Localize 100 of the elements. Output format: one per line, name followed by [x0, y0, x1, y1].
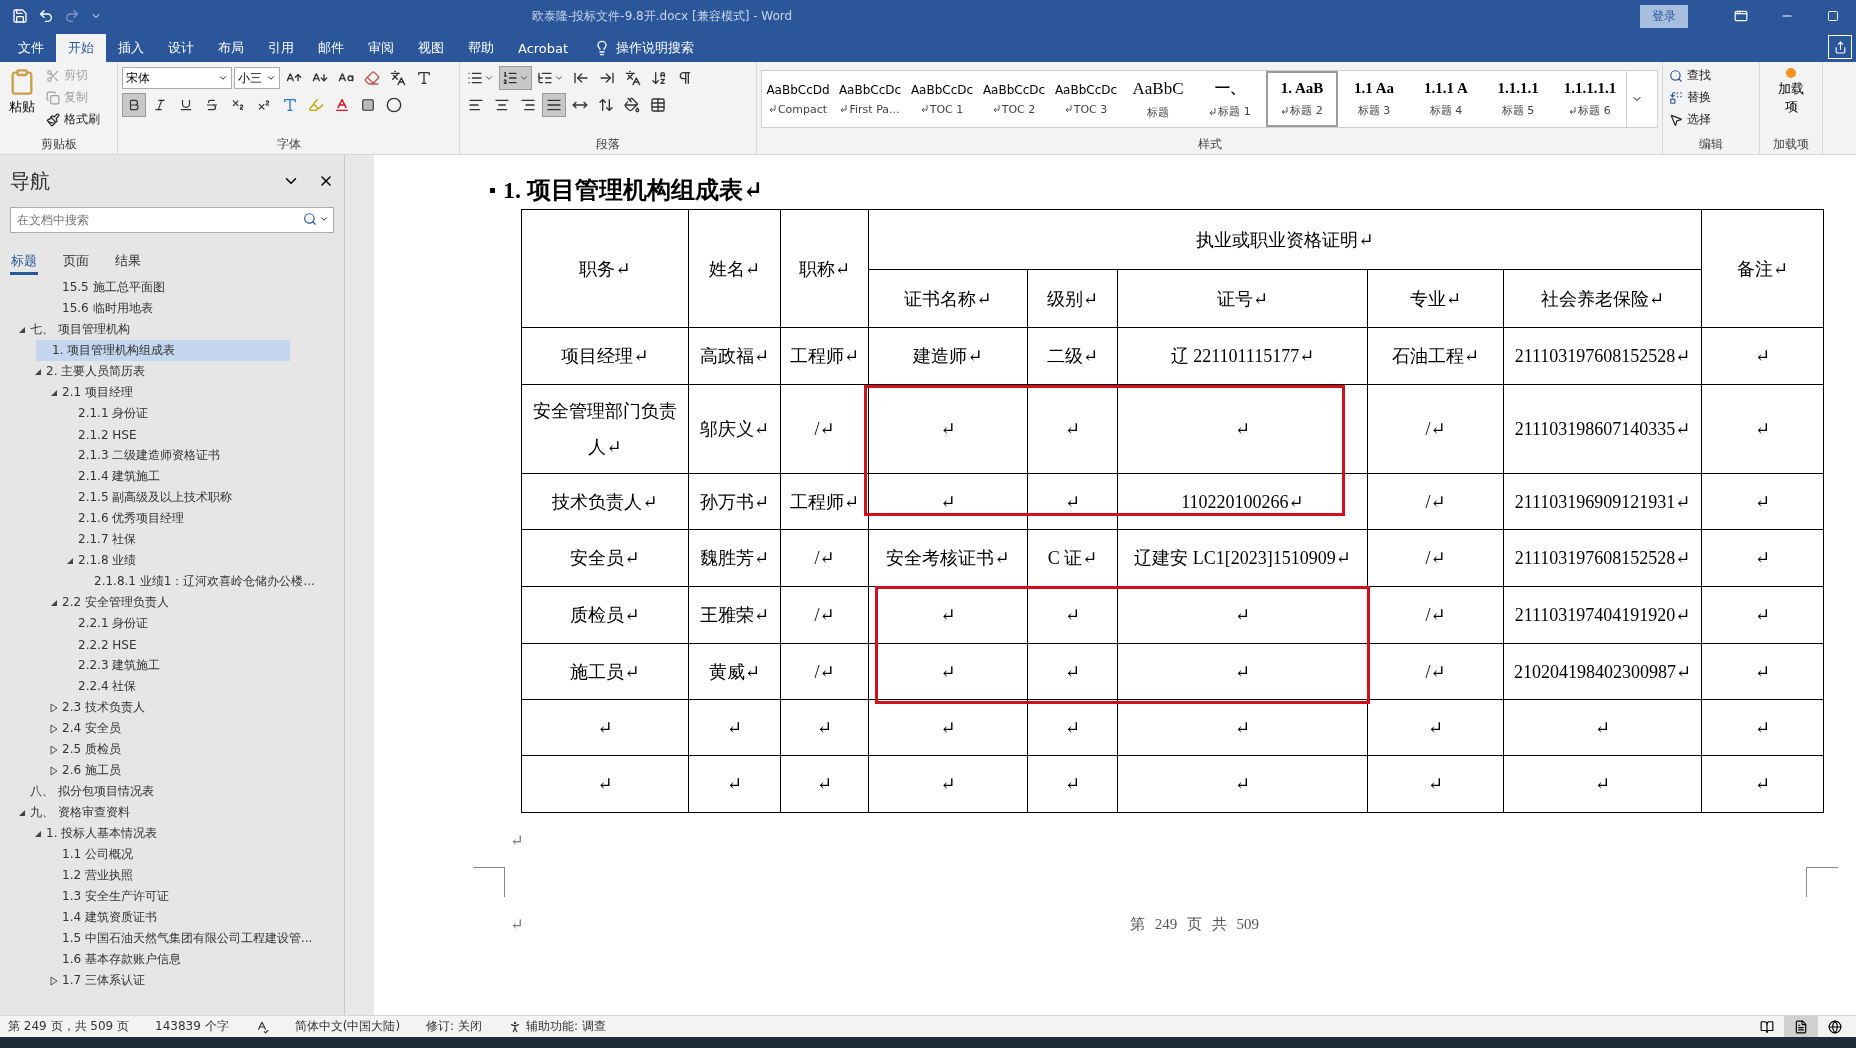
table-cell: 安全员↵ — [522, 530, 688, 586]
font-name-field[interactable]: 宋体 — [122, 67, 232, 89]
ribbon-tab[interactable]: 开始 — [56, 34, 106, 62]
collapsed-triangle-icon[interactable] — [50, 975, 58, 986]
ribbon-tab[interactable]: 视图 — [406, 34, 456, 62]
nav-tree-item[interactable]: 2.2.4 社保 — [10, 676, 334, 697]
collapsed-triangle-icon[interactable] — [50, 765, 58, 776]
bullet-mark-icon — [490, 187, 495, 193]
table-cell: 技术负责人↵ — [522, 474, 688, 529]
search-icon[interactable] — [303, 212, 317, 226]
collapsed-triangle-icon[interactable] — [50, 702, 58, 713]
ribbon-tab[interactable]: 布局 — [206, 34, 256, 62]
table-cell: ↵ — [1702, 474, 1823, 529]
nav-tree-item[interactable]: 2.1 项目经理 — [10, 382, 334, 403]
nav-tree-item[interactable]: 2. 主要人员简历表 — [10, 361, 334, 382]
nav-tree-item[interactable]: 1.6 基本存款账户信息 — [10, 949, 334, 970]
nav-item-label: 15.5 施工总平面图 — [62, 279, 165, 296]
expanded-triangle-icon[interactable] — [66, 556, 74, 565]
nav-tree-item[interactable]: 2.1.2 HSE — [10, 424, 334, 445]
collapsed-triangle-icon[interactable] — [50, 744, 58, 755]
tell-me-search[interactable]: 操作说明搜索 — [616, 39, 695, 57]
nav-tree-item[interactable]: 1.5 中国石油天然气集团有限公司工程建设管... — [10, 928, 334, 949]
section-heading: 1. 项目管理机构组成表↵ — [503, 176, 764, 205]
table-cell: /↵ — [781, 530, 868, 586]
search-icon — [1669, 68, 1683, 83]
justify-button[interactable] — [542, 93, 566, 117]
nav-tree-item[interactable]: 2.2 安全管理负责人 — [10, 592, 334, 613]
superscript-icon — [257, 98, 271, 112]
track-changes-status[interactable]: 修订: 关闭 — [426, 1018, 482, 1035]
undo-icon[interactable] — [38, 8, 54, 24]
ribbon-tab[interactable]: Acrobat — [506, 34, 581, 62]
nav-tree-item[interactable]: 2.2.2 HSE — [10, 634, 334, 655]
caret-icon[interactable] — [266, 73, 276, 83]
share-button[interactable] — [1828, 35, 1852, 59]
table-cell: ↵ — [1702, 385, 1823, 473]
numbered-list-button[interactable] — [499, 66, 532, 90]
font-size-field[interactable]: 小三 — [234, 67, 280, 89]
add-ins-button[interactable]: 加载项 — [1769, 66, 1813, 118]
nav-item-label: 2. 主要人员简历表 — [46, 363, 146, 380]
accessibility-status[interactable]: 辅助功能: 调查 — [525, 1018, 606, 1035]
sign-in-button[interactable]: 登录 — [1640, 4, 1688, 28]
nav-tree-item[interactable]: 2.4 安全员 — [10, 718, 334, 739]
find-button[interactable]: 查找 — [1667, 66, 1755, 85]
print-layout-button[interactable] — [1784, 1016, 1818, 1037]
nav-tree-item[interactable]: 2.1.5 副高级及以上技术职称 — [10, 487, 334, 508]
nav-tree-item[interactable]: 2.5 质检员 — [10, 739, 334, 760]
expanded-triangle-icon[interactable] — [18, 808, 26, 817]
expanded-triangle-icon[interactable] — [50, 388, 58, 397]
select-button[interactable]: 选择 — [1667, 110, 1755, 129]
caret-icon[interactable] — [218, 73, 228, 83]
ribbon-tab[interactable]: 设计 — [156, 34, 206, 62]
table-cell: ↵ — [1118, 756, 1367, 812]
replace-button[interactable]: 替换 — [1667, 88, 1755, 107]
table-cell: 施工员↵ — [522, 644, 688, 699]
bold-button[interactable] — [122, 93, 146, 117]
style-item[interactable]: 1. AaB 标题 2 — [1266, 71, 1338, 127]
ribbon-tab[interactable]: 插入 — [106, 34, 156, 62]
nav-tree-item[interactable]: 1.7 三体系认证 — [10, 970, 334, 991]
nav-tree-item[interactable]: 八、 拟分包项目情况表 — [10, 781, 334, 802]
nav-tree-item[interactable]: 1.4 建筑资质证书 — [10, 907, 334, 928]
nav-tree-item[interactable]: 2.1.8.1 业绩1：辽河欢喜岭仓储办公楼... — [10, 571, 334, 592]
nav-tree-item[interactable]: 2.3 技术负责人 — [10, 697, 334, 718]
nav-tree-item[interactable]: 2.1.3 二级建造师资格证书 — [10, 445, 334, 466]
nav-tree-item[interactable]: 1.1 公司概况 — [10, 844, 334, 865]
nav-tree-item[interactable]: 九、 资格审查资料 — [10, 802, 334, 823]
ribbon-tab[interactable]: 帮助 — [456, 34, 506, 62]
nav-tree-item[interactable]: 2.1.1 身份证 — [10, 403, 334, 424]
nav-tree-item[interactable]: 1. 投标人基本情况表 — [10, 823, 334, 844]
language-status[interactable]: 简体中文(中国大陆) — [294, 1018, 401, 1035]
nav-tab[interactable]: 结果 — [114, 249, 142, 275]
nav-tree-item[interactable]: 2.1.7 社保 — [10, 529, 334, 550]
nav-tree-item[interactable]: 2.2.1 身份证 — [10, 613, 334, 634]
table-cell: ↵ — [1368, 756, 1503, 812]
expanded-triangle-icon[interactable] — [50, 598, 58, 607]
nav-tab[interactable]: 标题 — [10, 249, 38, 275]
nav-tree-item[interactable]: 1. 项目管理机构组成表 — [36, 340, 290, 361]
nav-tree-item[interactable]: 2.1.6 优秀项目经理 — [10, 508, 334, 529]
expanded-triangle-icon[interactable] — [34, 829, 42, 838]
nav-tree-item[interactable]: 15.6 临时用地表 — [10, 298, 334, 319]
format-painter-button[interactable]: 格式刷 — [44, 110, 102, 129]
search-field[interactable]: 在文档中搜索 — [10, 207, 334, 233]
ribbon-tab[interactable]: 引用 — [256, 34, 306, 62]
ribbon-tab[interactable]: 邮件 — [306, 34, 356, 62]
nav-tab[interactable]: 页面 — [62, 249, 90, 275]
nav-tree-item[interactable]: 2.1.4 建筑施工 — [10, 466, 334, 487]
expanded-triangle-icon[interactable] — [18, 325, 26, 334]
nav-tree-item[interactable]: 15.5 施工总平面图 — [10, 277, 334, 298]
caret-icon[interactable] — [319, 214, 329, 224]
nav-tree-item[interactable]: 2.2.3 建筑施工 — [10, 655, 334, 676]
nav-tree-item[interactable]: 1.3 安全生产许可证 — [10, 886, 334, 907]
nav-tree-item[interactable]: 1.2 营业执照 — [10, 865, 334, 886]
expanded-triangle-icon[interactable] — [34, 367, 42, 376]
nav-tree-item[interactable]: 七、 项目管理机构 — [10, 319, 334, 340]
ribbon-tab[interactable]: 审阅 — [356, 34, 406, 62]
nav-tree-item[interactable]: 2.1.8 业绩 — [10, 550, 334, 571]
save-icon[interactable] — [12, 8, 28, 24]
paste-button[interactable]: 粘贴 — [4, 66, 40, 136]
nav-tree-item[interactable]: 2.6 施工员 — [10, 760, 334, 781]
collapsed-triangle-icon[interactable] — [50, 723, 58, 734]
ribbon-tab[interactable]: 文件 — [6, 34, 56, 62]
